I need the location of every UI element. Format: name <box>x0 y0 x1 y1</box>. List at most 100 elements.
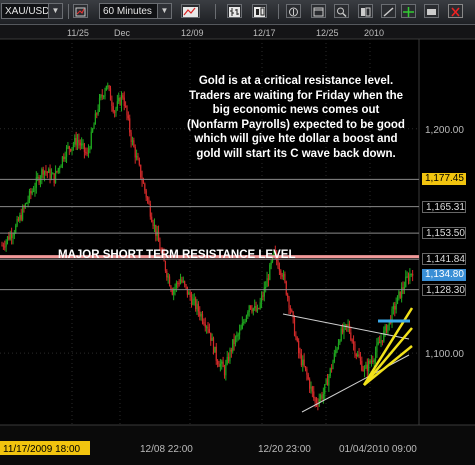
candle-body <box>6 236 9 242</box>
candle-body <box>195 298 197 310</box>
timeframe-dropdown[interactable]: 60 Minutes ▼ <box>99 3 172 19</box>
candle-body <box>87 150 90 153</box>
candle-body <box>71 147 73 151</box>
candle-body <box>324 384 326 394</box>
candle-body <box>145 190 147 198</box>
candle-body <box>168 276 171 286</box>
candle-body <box>277 260 279 268</box>
candle-body <box>255 305 257 312</box>
candle-body <box>329 368 331 376</box>
candle-body <box>380 340 382 343</box>
candle-body <box>112 106 114 112</box>
annotation-text: Gold is at a critical resistance level. … <box>187 75 405 160</box>
scroll-icon[interactable] <box>286 4 301 18</box>
candle-body <box>407 276 410 281</box>
price-level-box: 1,165.31 <box>422 200 466 213</box>
candle-body <box>204 324 206 328</box>
candle-body <box>369 360 371 363</box>
candle-body <box>344 324 346 326</box>
chevron-down-icon: ▼ <box>157 4 171 18</box>
candle-body <box>171 289 173 295</box>
candle-body <box>322 393 324 399</box>
candle-body <box>4 246 6 248</box>
candle-body <box>37 177 39 179</box>
candle-body <box>293 317 296 336</box>
candle-body <box>82 143 84 145</box>
candle-body <box>258 308 260 310</box>
candle-body <box>339 340 341 344</box>
toolbar-separator <box>68 4 69 19</box>
candle-body <box>254 305 256 309</box>
candle-body <box>49 169 51 179</box>
candle-body <box>363 368 366 371</box>
candle-body <box>266 278 268 288</box>
candle-body <box>280 270 282 275</box>
candle-body <box>346 324 348 326</box>
candle-body <box>203 321 205 325</box>
candle-body <box>190 297 193 305</box>
tick-label: 12/25 <box>316 28 339 38</box>
candle-body <box>207 326 209 330</box>
candle-icon[interactable] <box>252 4 267 18</box>
price-tick-label: 1,100.00 <box>425 349 464 360</box>
candle-body <box>28 190 31 201</box>
candle-body <box>300 353 302 366</box>
tick-label: 12/09 <box>181 28 204 38</box>
candle-body <box>104 90 106 97</box>
candle-body <box>325 379 327 385</box>
candle-body <box>134 146 136 158</box>
candle-body <box>72 144 75 148</box>
candle-body <box>237 334 239 336</box>
candle-body <box>282 273 285 277</box>
indicators-icon[interactable] <box>181 4 200 18</box>
candle-body <box>152 221 154 227</box>
window-icon[interactable] <box>311 4 326 18</box>
candle-body <box>256 308 259 312</box>
candle-body <box>233 339 235 345</box>
candle-body <box>412 273 414 276</box>
symbol-dropdown[interactable]: XAU/USD ▼ <box>1 3 63 19</box>
candle-body <box>376 343 378 352</box>
candle-body <box>90 131 92 149</box>
candle-body <box>351 339 353 342</box>
tick-label: Dec <box>114 28 131 38</box>
crosshair-icon[interactable] <box>401 4 416 18</box>
price-tick-label: 1,200.00 <box>425 125 464 136</box>
bar-icon[interactable] <box>227 4 242 18</box>
candle-body <box>212 337 215 353</box>
candle-body <box>181 279 183 282</box>
candle-body <box>208 329 210 333</box>
price-level-box: 1,141.84 <box>422 253 466 266</box>
settings-icon[interactable] <box>424 4 439 18</box>
candle-body <box>379 342 381 344</box>
candle-body <box>405 276 407 288</box>
zoom-icon[interactable] <box>334 4 349 18</box>
close-icon[interactable] <box>448 4 463 18</box>
candle-body <box>34 187 36 191</box>
candle-body <box>298 340 300 354</box>
candle-body <box>217 360 219 365</box>
candle-body <box>366 364 368 372</box>
candle-body <box>335 350 337 354</box>
candle-body <box>395 303 397 310</box>
candle-body <box>1 245 3 247</box>
candle-body <box>22 207 24 220</box>
candle-body <box>270 261 272 265</box>
candle-body <box>68 146 70 150</box>
candle-body <box>295 335 297 338</box>
candle-body <box>177 282 179 284</box>
layout-icon[interactable] <box>358 4 373 18</box>
candle-body <box>138 159 140 165</box>
chart-type-icon[interactable] <box>73 4 88 18</box>
candle-body <box>396 295 399 304</box>
candle-body <box>218 364 220 367</box>
candle-body <box>31 191 33 194</box>
candle-body <box>98 98 101 110</box>
candle-body <box>60 165 62 168</box>
candle-body <box>214 346 216 353</box>
candle-body <box>267 278 270 280</box>
candle-body <box>123 97 125 107</box>
candle-body <box>331 368 333 370</box>
candle-body <box>284 273 286 282</box>
drawing-icon[interactable] <box>381 4 396 18</box>
